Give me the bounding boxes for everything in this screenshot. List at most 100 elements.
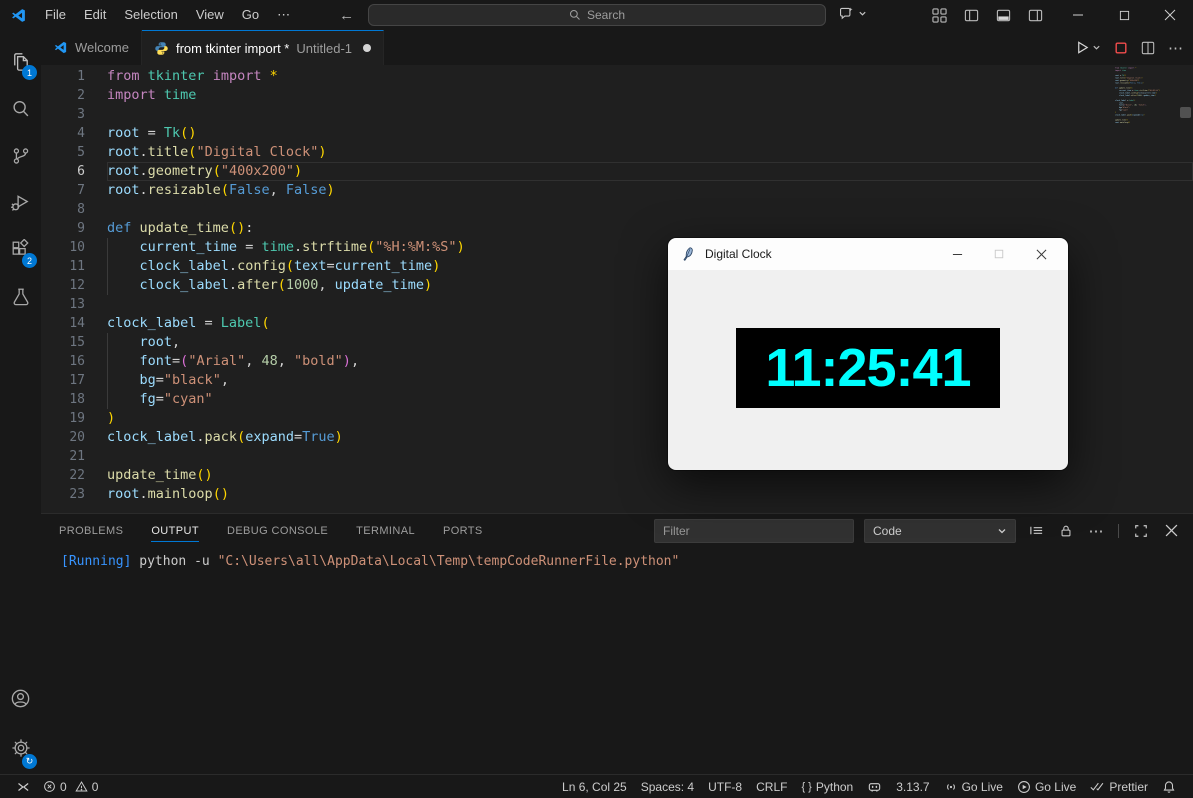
split-editor-button[interactable] [1141,41,1155,55]
menu-selection[interactable]: Selection [115,0,186,30]
tab-debug-console[interactable]: DEBUG CONSOLE [227,514,328,547]
nav-back-icon[interactable]: ← [339,7,354,24]
run-code-button[interactable] [1075,40,1101,55]
output-channel-select[interactable]: Code [864,519,1016,543]
lock-scrolling-button[interactable] [1056,520,1076,542]
cursor-position[interactable]: Ln 6, Col 25 [555,775,634,798]
minimap[interactable]: from tkinter import *import time root = … [1115,67,1179,187]
indent-guide [107,238,108,257]
sidebar-item-explorer[interactable]: 1 [0,38,41,85]
python-version[interactable]: 3.13.7 [889,775,936,798]
close-panel-button[interactable] [1161,520,1181,542]
code-line[interactable]: 1from tkinter import * [41,67,1193,86]
line-number[interactable]: 16 [41,352,85,371]
line-number[interactable]: 15 [41,333,85,352]
tk-title-bar[interactable]: Digital Clock [668,238,1068,270]
menu-file[interactable]: File [36,0,75,30]
line-number[interactable]: 21 [41,447,85,466]
language-mode[interactable]: { } Python [794,775,860,798]
sidebar-item-testing[interactable] [0,273,41,320]
error-icon [43,780,56,793]
go-live-play[interactable]: Go Live [1010,775,1083,798]
code-line[interactable]: 4root = Tk() [41,124,1193,143]
window-minimize-button[interactable] [1055,0,1101,30]
tab-output[interactable]: OUTPUT [151,514,199,547]
tab-untitled-1[interactable]: from tkinter import * Untitled-1 [142,30,384,65]
global-search-input[interactable]: Search [368,4,826,26]
window-maximize-button[interactable] [1101,0,1147,30]
line-number[interactable]: 8 [41,200,85,219]
line-number[interactable]: 4 [41,124,85,143]
tkinter-window[interactable]: Digital Clock 11:25:41 [668,238,1068,470]
line-number[interactable]: 18 [41,390,85,409]
line-number[interactable]: 6 [41,162,85,181]
line-number[interactable]: 2 [41,86,85,105]
encoding[interactable]: UTF-8 [701,775,749,798]
sidebar-item-extensions[interactable]: 2 [0,226,41,273]
tab-ports[interactable]: PORTS [443,514,483,547]
account-button[interactable] [0,675,41,722]
line-number[interactable]: 20 [41,428,85,447]
line-number[interactable]: 14 [41,314,85,333]
eol-sequence[interactable]: CRLF [749,775,794,798]
prettier-status[interactable]: Prettier [1083,775,1155,798]
tab-problems[interactable]: PROBLEMS [59,514,123,547]
menu-view[interactable]: View [187,0,233,30]
output-console[interactable]: [Running] python -u "C:\Users\all\AppDat… [41,547,1193,774]
line-number[interactable]: 12 [41,276,85,295]
editor-scrollbar[interactable] [1180,107,1191,118]
python-file-icon [154,41,169,56]
window-close-button[interactable] [1147,0,1193,30]
tk-minimize-button[interactable] [936,238,978,270]
line-number[interactable]: 17 [41,371,85,390]
code-line[interactable]: 2import time [41,86,1193,105]
sidebar-item-run-debug[interactable] [0,179,41,226]
code-line[interactable]: 8 [41,200,1193,219]
panel-more-actions-button[interactable]: ⋯ [1086,520,1106,542]
tab-welcome[interactable]: Welcome [41,30,142,65]
line-number[interactable]: 19 [41,409,85,428]
toggle-sidebar-icon[interactable] [964,8,979,23]
tk-close-button[interactable] [1020,238,1062,270]
tab-terminal[interactable]: TERMINAL [356,514,415,547]
code-line[interactable]: 7root.resizable(False, False) [41,181,1193,200]
stop-button[interactable] [1114,41,1128,55]
clear-output-button[interactable] [1026,520,1046,542]
modified-dot-icon[interactable] [363,44,371,52]
copilot-status[interactable] [860,775,889,798]
go-live-server[interactable]: Go Live [937,775,1010,798]
toggle-panel-icon[interactable] [996,8,1011,23]
settings-button[interactable]: ↻ [0,722,41,774]
customize-layout-icon[interactable] [932,8,947,23]
line-number[interactable]: 7 [41,181,85,200]
line-number[interactable]: 23 [41,485,85,504]
menu-edit[interactable]: Edit [75,0,115,30]
menu-more[interactable]: ⋯ [268,0,299,30]
line-number[interactable]: 11 [41,257,85,276]
editor-more-actions-button[interactable]: ⋯ [1168,39,1183,57]
code-line[interactable]: 9def update_time(): [41,219,1193,238]
copilot-button[interactable] [838,5,867,22]
line-number[interactable]: 9 [41,219,85,238]
line-number[interactable]: 3 [41,105,85,124]
code-line[interactable]: 3 [41,105,1193,124]
code-line[interactable]: 23root.mainloop() [41,485,1193,504]
maximize-panel-button[interactable] [1131,520,1151,542]
sidebar-item-source-control[interactable] [0,132,41,179]
output-filter-input[interactable] [654,519,854,543]
indentation[interactable]: Spaces: 4 [634,775,701,798]
line-number[interactable]: 1 [41,67,85,86]
line-number[interactable]: 13 [41,295,85,314]
line-number[interactable]: 5 [41,143,85,162]
sidebar-item-search[interactable] [0,85,41,132]
remote-indicator[interactable] [8,775,36,798]
line-number[interactable]: 22 [41,466,85,485]
code-line[interactable]: 5root.title("Digital Clock") [41,143,1193,162]
menu-go[interactable]: Go [233,0,268,30]
toggle-secondary-sidebar-icon[interactable] [1028,8,1043,23]
code-line[interactable]: 6root.geometry("400x200") [41,162,1193,181]
vscode-logo-icon [10,7,27,24]
line-number[interactable]: 10 [41,238,85,257]
notifications-button[interactable] [1155,775,1183,798]
problems-indicator[interactable]: 0 0 [36,775,105,798]
